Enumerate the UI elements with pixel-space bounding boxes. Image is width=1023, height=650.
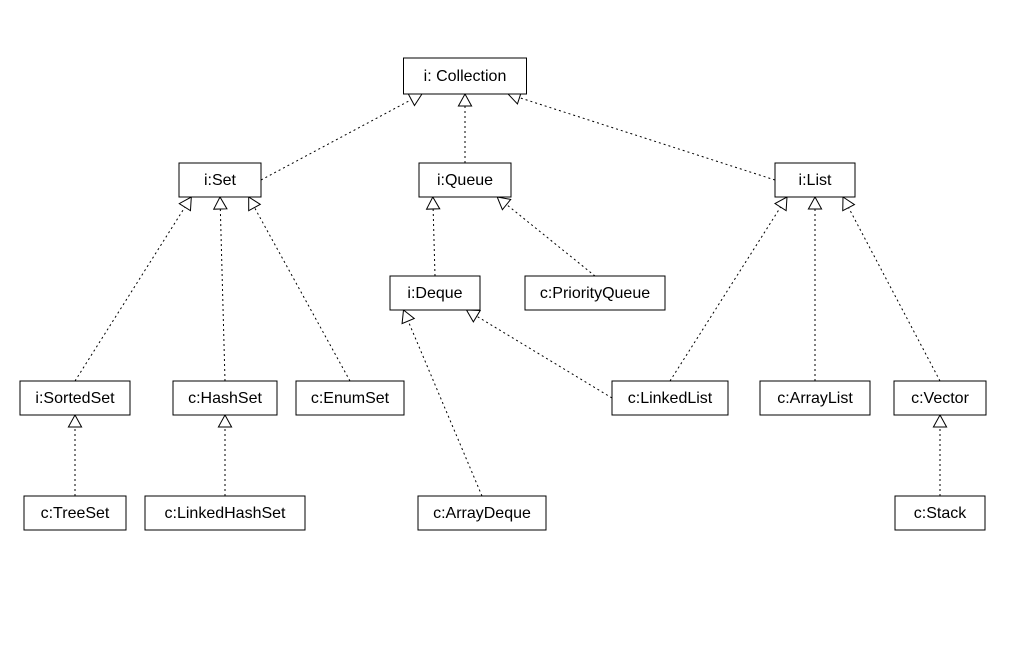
node-label-queue: i:Queue bbox=[437, 172, 493, 189]
nodes-layer: i: Collection i:Set i:Queue i:List i:Deque c:… bbox=[20, 58, 986, 530]
edge-set-to-collection bbox=[261, 100, 411, 180]
node-linkedhashset: c:LinkedHashSet bbox=[145, 496, 305, 530]
node-stack: c:Stack bbox=[895, 496, 985, 530]
node-hashset: c:HashSet bbox=[173, 381, 277, 415]
arrowhead-treeset-to-sortedset bbox=[68, 415, 81, 427]
arrowhead-stack-to-vector bbox=[933, 415, 946, 427]
node-label-sortedset: i:SortedSet bbox=[35, 390, 115, 407]
edge-arraydeque-to-deque bbox=[408, 321, 482, 496]
node-label-hashset: c:HashSet bbox=[188, 390, 262, 407]
arrowhead-sortedset-to-set bbox=[179, 197, 191, 211]
edge-vector-to-list bbox=[849, 208, 940, 381]
node-label-enumset: c:EnumSet bbox=[311, 390, 390, 407]
edge-hashset-to-set bbox=[220, 209, 225, 381]
arrowhead-enumset-to-set bbox=[249, 197, 261, 211]
arrowhead-deque-to-queue bbox=[427, 197, 440, 209]
node-arraydeque: c:ArrayDeque bbox=[418, 496, 546, 530]
node-label-arraydeque: c:ArrayDeque bbox=[433, 505, 531, 522]
edge-enumset-to-set bbox=[254, 208, 350, 381]
node-label-list: i:List bbox=[799, 172, 832, 189]
edge-list-to-collection bbox=[519, 98, 775, 180]
arrowhead-set-to-collection bbox=[408, 94, 422, 106]
edge-deque-to-queue bbox=[433, 209, 435, 276]
node-label-arraylist: c:ArrayList bbox=[777, 390, 853, 407]
node-set: i:Set bbox=[179, 163, 261, 197]
node-linkedlist: c:LinkedList bbox=[612, 381, 728, 415]
node-label-treeset: c:TreeSet bbox=[41, 505, 110, 522]
node-label-priorityqueue: c:PriorityQueue bbox=[540, 285, 650, 302]
arrowhead-priorityqueue-to-queue bbox=[497, 197, 510, 210]
node-queue: i:Queue bbox=[419, 163, 511, 197]
node-list: i:List bbox=[775, 163, 855, 197]
node-treeset: c:TreeSet bbox=[24, 496, 126, 530]
arrowhead-arraylist-to-list bbox=[808, 197, 821, 209]
node-label-linkedlist: c:LinkedList bbox=[628, 390, 713, 407]
node-label-set: i:Set bbox=[204, 172, 237, 189]
arrowhead-hashset-to-set bbox=[214, 197, 227, 209]
node-enumset: c:EnumSet bbox=[296, 381, 404, 415]
arrowhead-linkedlist-to-deque bbox=[467, 310, 481, 322]
node-label-vector: c:Vector bbox=[911, 390, 969, 407]
node-deque: i:Deque bbox=[390, 276, 480, 310]
node-sortedset: i:SortedSet bbox=[20, 381, 130, 415]
edge-linkedlist-to-deque bbox=[477, 316, 612, 398]
node-collection: i: Collection bbox=[404, 58, 527, 94]
arrowhead-arraydeque-to-deque bbox=[402, 310, 414, 324]
node-priorityqueue: c:PriorityQueue bbox=[525, 276, 665, 310]
collection-hierarchy-diagram: i: Collection i:Set i:Queue i:List i:Deque c:… bbox=[0, 0, 1023, 650]
arrowhead-linkedhashset-to-hashset bbox=[218, 415, 231, 427]
node-vector: c:Vector bbox=[894, 381, 986, 415]
edge-priorityqueue-to-queue bbox=[507, 205, 595, 276]
arrowhead-linkedlist-to-list bbox=[775, 197, 787, 211]
edge-sortedset-to-set bbox=[75, 207, 185, 381]
edge-linkedlist-to-list bbox=[670, 207, 781, 381]
node-label-deque: i:Deque bbox=[407, 285, 462, 302]
node-arraylist: c:ArrayList bbox=[760, 381, 870, 415]
node-label-stack: c:Stack bbox=[914, 505, 967, 522]
arrowhead-queue-to-collection bbox=[458, 94, 471, 106]
edges-layer bbox=[68, 91, 946, 496]
node-label-collection: i: Collection bbox=[424, 68, 507, 85]
node-label-linkedhashset: c:LinkedHashSet bbox=[165, 505, 287, 522]
